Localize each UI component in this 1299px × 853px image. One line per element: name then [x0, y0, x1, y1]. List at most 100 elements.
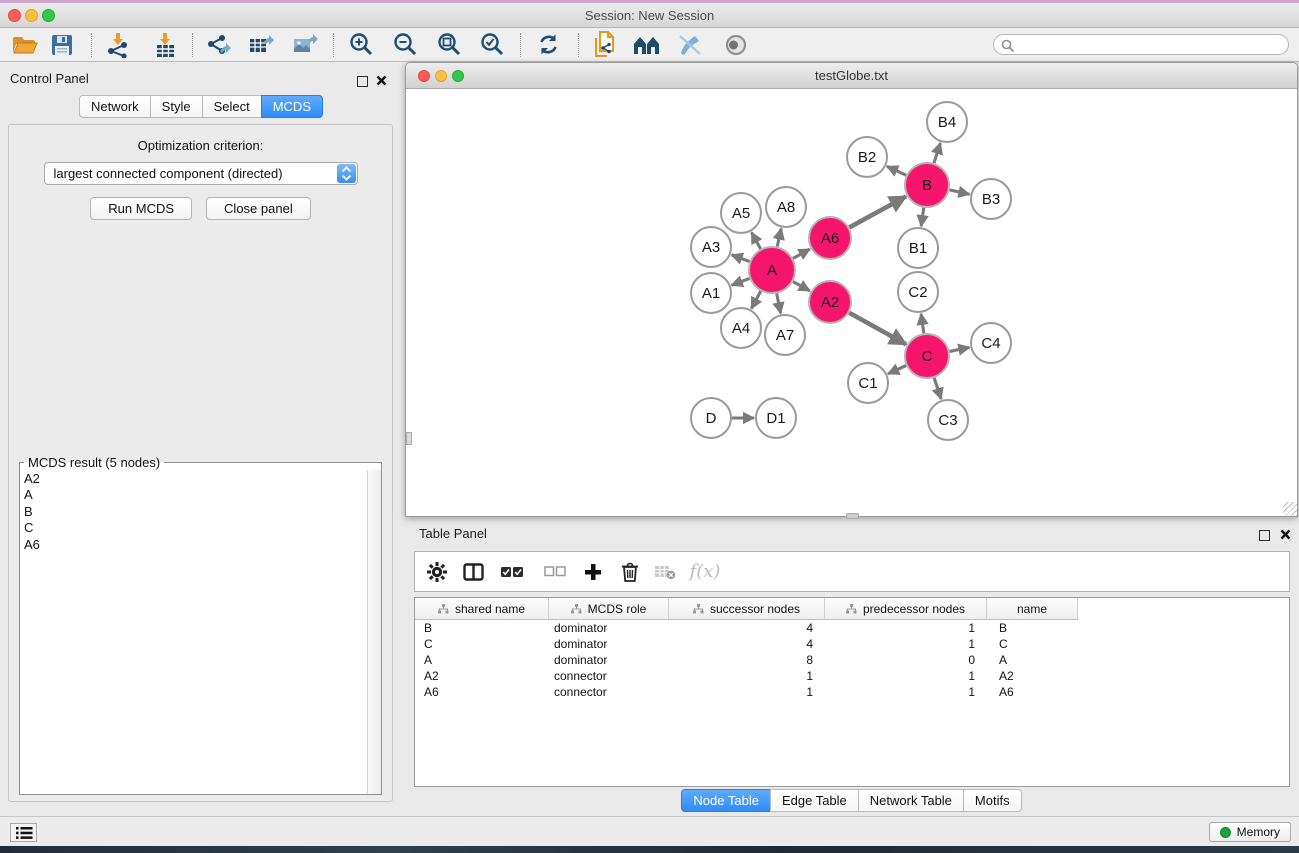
- table-cell[interactable]: 8: [669, 653, 825, 667]
- node-table[interactable]: shared nameMCDS rolesuccessor nodesprede…: [414, 597, 1290, 787]
- criterion-select[interactable]: largest connected component (directed): [44, 162, 358, 185]
- graph-edge-B-B2[interactable]: [887, 166, 906, 175]
- graph-edge-B-B4[interactable]: [934, 143, 940, 163]
- table-cell[interactable]: C: [987, 637, 1078, 651]
- graph-node-B4[interactable]: B4: [927, 102, 967, 142]
- mcds-result-item[interactable]: A2: [24, 471, 381, 487]
- graph-edge-A-A7[interactable]: [777, 294, 781, 314]
- toggle-column-panel-icon[interactable]: [455, 552, 491, 591]
- graph-edge-C-C2[interactable]: [921, 314, 924, 333]
- network-overview-icon[interactable]: [630, 30, 664, 59]
- graph-node-A5[interactable]: A5: [721, 193, 761, 233]
- graph-edge-A-A8[interactable]: [777, 228, 781, 246]
- table-cell[interactable]: A6: [415, 685, 549, 699]
- graph-node-C[interactable]: C: [905, 334, 949, 378]
- import-network-icon[interactable]: [101, 30, 135, 59]
- graph-edge-C-C1[interactable]: [888, 366, 906, 374]
- tab-network-table[interactable]: Network Table: [858, 789, 964, 812]
- resize-grip-icon[interactable]: [1283, 502, 1297, 516]
- zoom-in-icon[interactable]: [344, 30, 378, 59]
- mcds-result-list[interactable]: A2ABCA6: [20, 470, 381, 553]
- graph-edge-C-C3[interactable]: [934, 378, 941, 399]
- tab-motifs[interactable]: Motifs: [963, 789, 1022, 812]
- close-window-icon[interactable]: [8, 9, 21, 22]
- splitter-grip-icon[interactable]: [406, 432, 412, 445]
- graph-edge-A6-B[interactable]: [849, 197, 906, 228]
- table-cell[interactable]: 1: [669, 669, 825, 683]
- table-cell[interactable]: dominator: [549, 621, 669, 635]
- table-cell[interactable]: A: [987, 653, 1078, 667]
- mcds-result-item[interactable]: A6: [24, 537, 381, 553]
- graph-edge-A-A2[interactable]: [793, 282, 810, 291]
- graph-edge-A-A1[interactable]: [732, 278, 750, 285]
- table-cell[interactable]: 1: [825, 621, 987, 635]
- close-panel-icon[interactable]: [376, 73, 387, 91]
- zoom-fit-icon[interactable]: [432, 30, 466, 59]
- graph-node-A3[interactable]: A3: [691, 227, 731, 267]
- graph-node-A2[interactable]: A2: [809, 281, 851, 323]
- graph-edge-C-C4[interactable]: [950, 347, 970, 351]
- graph-node-D1[interactable]: D1: [756, 398, 796, 438]
- mcds-result-item[interactable]: A: [24, 487, 381, 503]
- network-graph[interactable]: AA1A2A3A4A5A6A7A8BB1B2B3B4CC1C2C3C4DD1: [406, 89, 1297, 516]
- column-header-shared-name[interactable]: shared name: [415, 598, 549, 620]
- graph-node-A8[interactable]: A8: [766, 187, 806, 227]
- table-cell[interactable]: connector: [549, 669, 669, 683]
- close-panel-button[interactable]: Close panel: [206, 197, 311, 220]
- function-builder-icon[interactable]: f(x): [687, 552, 723, 591]
- column-header-predecessor-nodes[interactable]: predecessor nodes: [825, 598, 987, 620]
- tab-select[interactable]: Select: [202, 95, 262, 118]
- zoom-window-icon[interactable]: [42, 9, 55, 22]
- select-all-rows-icon[interactable]: [494, 552, 530, 591]
- table-cell[interactable]: dominator: [549, 653, 669, 667]
- table-row[interactable]: Cdominator41C: [415, 636, 1289, 652]
- table-cell[interactable]: 1: [669, 685, 825, 699]
- table-cell[interactable]: 0: [825, 653, 987, 667]
- save-session-icon[interactable]: [45, 30, 79, 59]
- run-mcds-button[interactable]: Run MCDS: [90, 197, 192, 220]
- mcds-result-item[interactable]: C: [24, 520, 381, 536]
- graph-node-C4[interactable]: C4: [971, 323, 1011, 363]
- add-column-icon[interactable]: [575, 552, 611, 591]
- refresh-icon[interactable]: [531, 30, 565, 59]
- network-window-titlebar[interactable]: testGlobe.txt: [406, 63, 1297, 89]
- delete-table-icon[interactable]: [647, 552, 683, 591]
- graph-edge-A2-C[interactable]: [849, 313, 906, 345]
- float-panel-icon[interactable]: [357, 74, 368, 92]
- table-cell[interactable]: B: [987, 621, 1078, 635]
- table-row[interactable]: A2connector11A2: [415, 668, 1289, 684]
- export-table-icon[interactable]: [244, 30, 278, 59]
- table-cell[interactable]: dominator: [549, 637, 669, 651]
- minimize-window-icon[interactable]: [25, 9, 38, 22]
- zoom-selected-icon[interactable]: [475, 30, 509, 59]
- graph-node-D[interactable]: D: [691, 398, 731, 438]
- table-cell[interactable]: A6: [987, 685, 1078, 699]
- column-header-MCDS-role[interactable]: MCDS role: [549, 598, 669, 620]
- graph-edge-B-B3[interactable]: [949, 190, 969, 194]
- graph-node-A[interactable]: A: [749, 247, 795, 293]
- graph-node-B[interactable]: B: [905, 163, 949, 207]
- graph-node-C1[interactable]: C1: [848, 363, 888, 403]
- table-cell[interactable]: A: [415, 653, 549, 667]
- graph-edge-A-A6[interactable]: [793, 249, 810, 258]
- mcds-result-scrollbar[interactable]: [367, 470, 381, 794]
- column-header-successor-nodes[interactable]: successor nodes: [669, 598, 825, 620]
- table-cell[interactable]: 4: [669, 637, 825, 651]
- graph-node-A7[interactable]: A7: [765, 315, 805, 355]
- zoom-out-icon[interactable]: [388, 30, 422, 59]
- horizontal-splitter-grip-icon[interactable]: [846, 513, 859, 519]
- zoom-view-icon[interactable]: [452, 70, 464, 82]
- table-cell[interactable]: 1: [825, 669, 987, 683]
- export-image-icon[interactable]: [288, 30, 322, 59]
- network-canvas[interactable]: AA1A2A3A4A5A6A7A8BB1B2B3B4CC1C2C3C4DD1: [406, 89, 1297, 516]
- float-table-panel-icon[interactable]: [1259, 528, 1270, 546]
- tab-style[interactable]: Style: [150, 95, 203, 118]
- graph-node-B1[interactable]: B1: [898, 228, 938, 268]
- open-session-icon[interactable]: [8, 30, 42, 59]
- graph-edge-A-A3[interactable]: [732, 255, 750, 262]
- table-cell[interactable]: 1: [825, 685, 987, 699]
- graph-node-C3[interactable]: C3: [928, 400, 968, 440]
- graph-node-A6[interactable]: A6: [809, 217, 851, 259]
- graph-node-A4[interactable]: A4: [721, 308, 761, 348]
- table-cell[interactable]: C: [415, 637, 549, 651]
